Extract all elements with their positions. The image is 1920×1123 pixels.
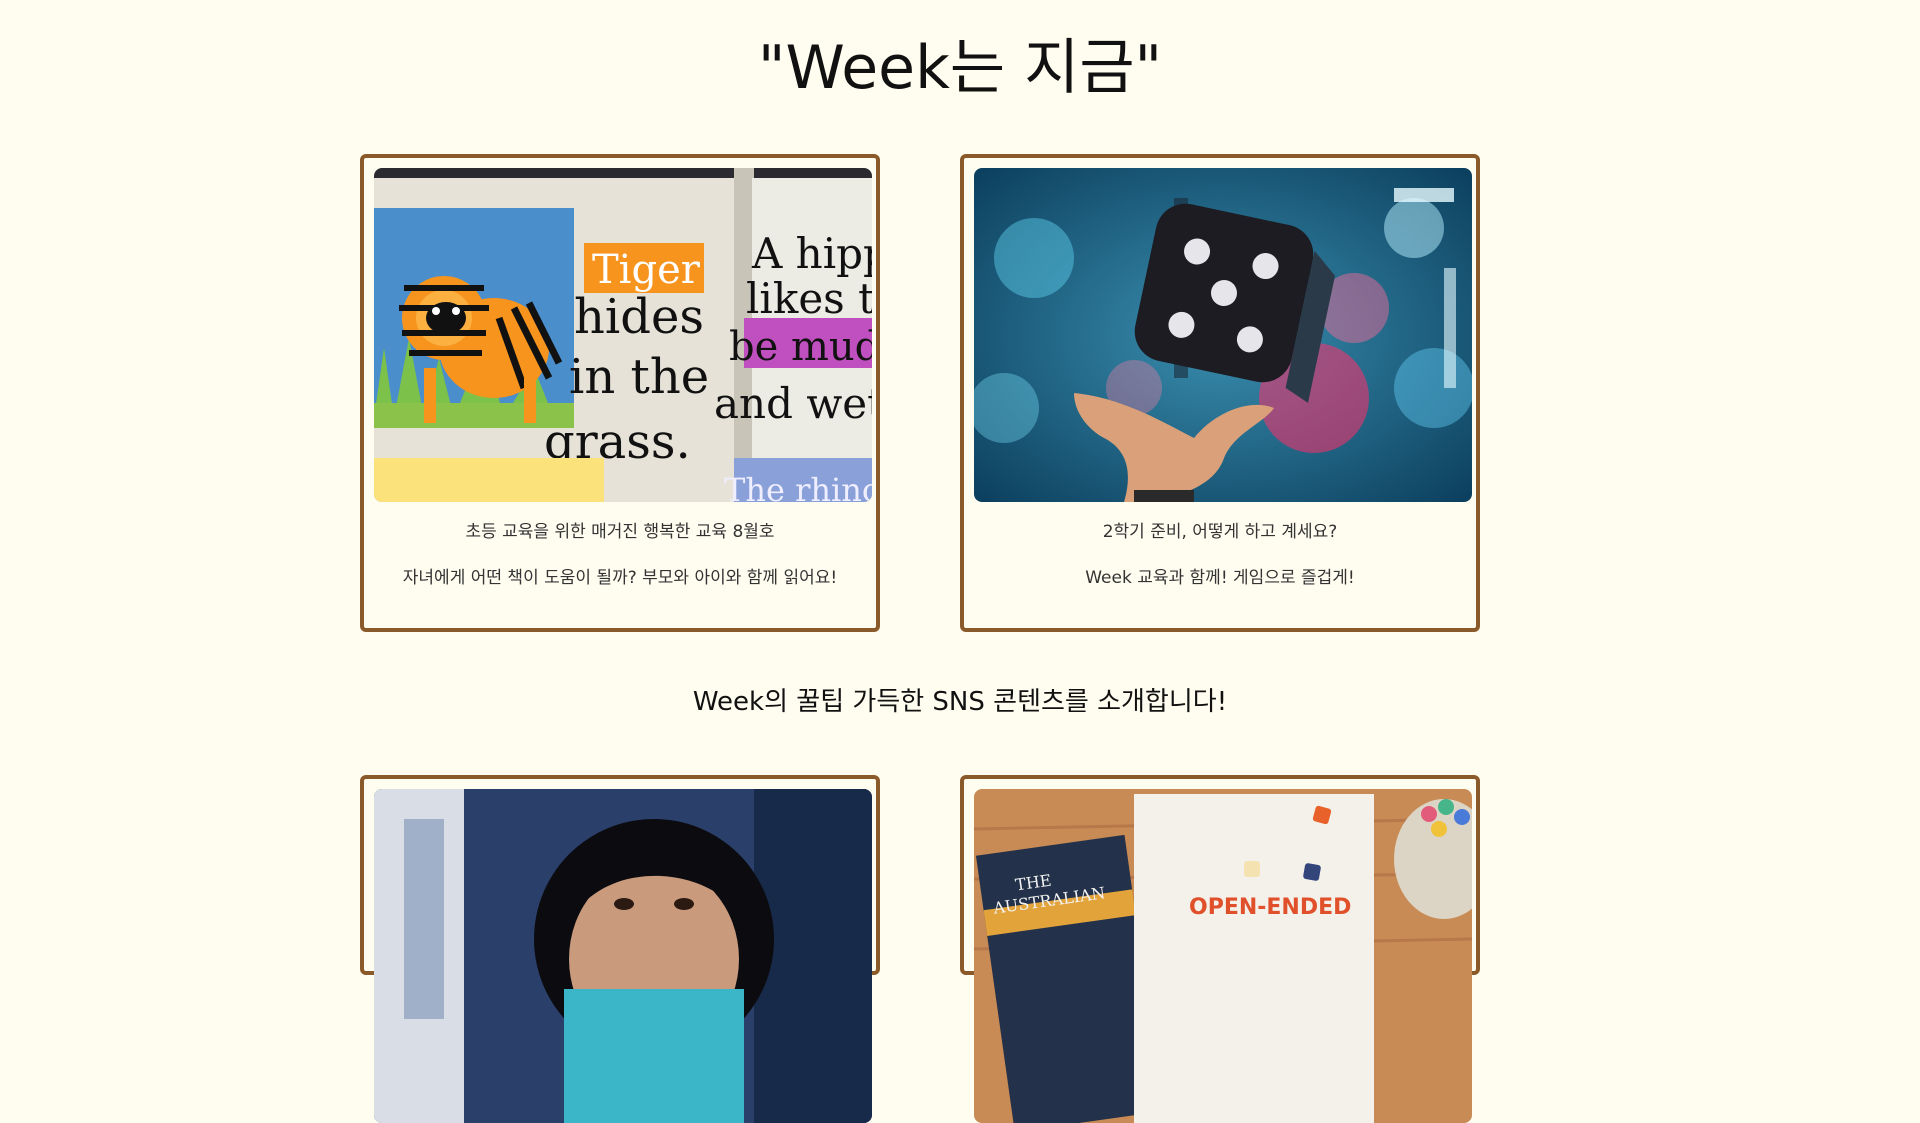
card-magazine-description: 자녀에게 어떤 책이 도움이 될까? 부모와 아이와 함께 읽어요! <box>402 568 838 588</box>
right-line2-text: likes to <box>746 274 872 323</box>
tiger-line1-text: hides <box>574 289 704 345</box>
tiger-newspaper-image[interactable]: Tiger hides in the grass. A hipp likes t… <box>374 168 872 502</box>
card-semester-description: Week 교육과 함께! 게임으로 즐겁게! <box>1085 568 1355 588</box>
sns-subtitle: Week의 꿀팁 가득한 SNS 콘텐츠를 소개합니다! <box>692 687 1228 717</box>
right-line3-text: be muddy <box>729 324 872 370</box>
right-line5-text: The rhino li <box>724 471 872 502</box>
right-line4-text: and wet. <box>714 379 872 428</box>
open-ended-books-image[interactable]: THE AUSTRALIAN OPEN-ENDED <box>974 789 1472 1123</box>
tiger-line2-text: in the <box>569 349 709 405</box>
card-magazine[interactable]: Tiger hides in the grass. A hipp likes t… <box>360 154 880 632</box>
right-line1-text: A hipp <box>751 229 872 278</box>
card-semester-game[interactable]: 2학기 준비, 어떻게 하고 계세요? Week 교육과 함께! 게임으로 즐겁… <box>960 154 1480 632</box>
page-title: "Week는 지금" <box>757 33 1163 103</box>
floating-dice-image[interactable] <box>974 168 1472 502</box>
book2-title-text: OPEN-ENDED <box>1189 895 1351 920</box>
tiger-badge-text: Tiger <box>592 247 701 293</box>
card-sns-books[interactable]: THE AUSTRALIAN OPEN-ENDED <box>960 775 1480 1123</box>
card-semester-headline: 2학기 준비, 어떻게 하고 계세요? <box>1102 522 1338 542</box>
child-photo-image[interactable] <box>374 789 872 1123</box>
card-magazine-headline: 초등 교육을 위한 매거진 행복한 교육 8월호 <box>465 522 775 542</box>
card-sns-child[interactable] <box>360 775 880 1123</box>
